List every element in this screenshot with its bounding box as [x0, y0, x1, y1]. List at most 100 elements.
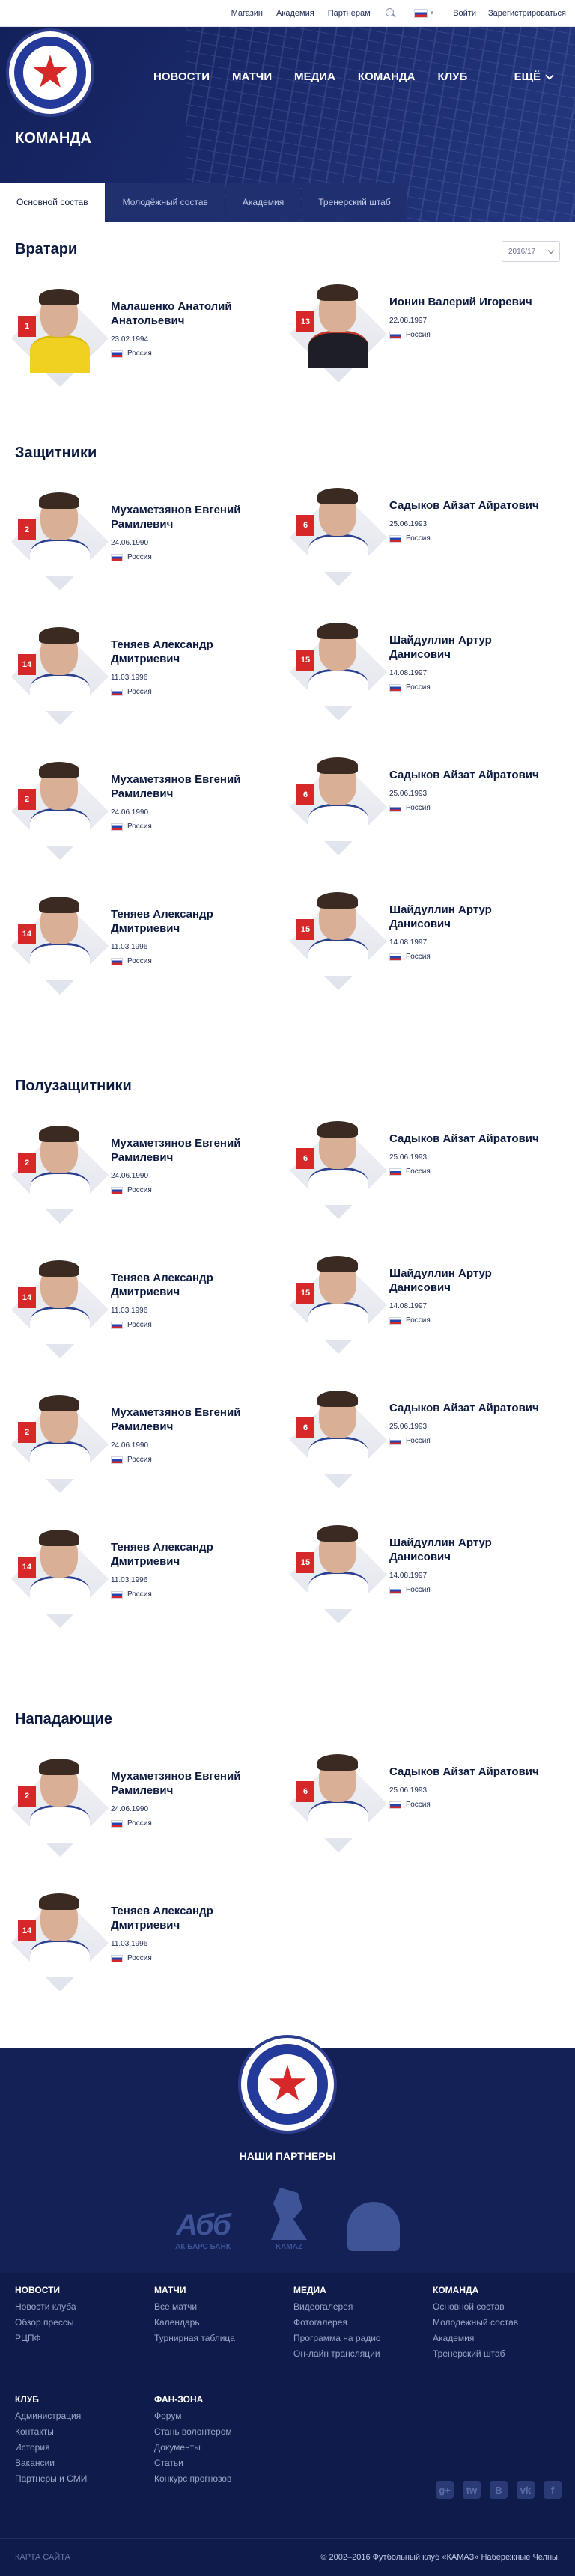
player-card[interactable]: 6 Садыков Айзат Айратович 25.06.1993 Россия: [289, 482, 548, 587]
player-name[interactable]: Мухаметзянов Евгений Рамилевич: [111, 1136, 268, 1165]
nav-item-news[interactable]: Новости: [153, 70, 210, 83]
player-card[interactable]: 13 Ионин Валерий Игоревич 22.08.1997 Россия: [289, 278, 548, 383]
player-card[interactable]: 14 Теняев Александр Дмитриевич 11.03.1996 Р…: [10, 1524, 270, 1629]
player-name[interactable]: Садыков Айзат Айратович: [389, 768, 547, 782]
nav-item-matches[interactable]: Матчи: [232, 70, 272, 83]
footer-link[interactable]: Контакты: [15, 2426, 87, 2437]
player-name[interactable]: Шайдуллин Артур Данисович: [389, 1536, 547, 1564]
footer-link[interactable]: Тренерский штаб: [433, 2348, 518, 2359]
footer-link[interactable]: Видеогалерея: [293, 2301, 381, 2312]
footer-link[interactable]: Форум: [154, 2411, 232, 2421]
footer-column-title[interactable]: Команда: [433, 2285, 518, 2295]
player-name[interactable]: Малашенко Анатолий Анатольевич: [111, 299, 268, 328]
search-icon[interactable]: [384, 7, 398, 20]
player-name[interactable]: Шайдуллин Артур Данисович: [389, 903, 547, 931]
player-card[interactable]: 15 Шайдуллин Артур Данисович 14.08.1997 Рос…: [289, 886, 548, 991]
player-card[interactable]: 6 Садыков Айзат Айратович 25.06.1993 Россия: [289, 751, 548, 856]
vk-icon[interactable]: vk: [517, 2481, 535, 2499]
behance-icon[interactable]: B: [490, 2481, 508, 2499]
player-card[interactable]: 14 Теняев Александр Дмитриевич 11.03.1996 Р…: [10, 1887, 270, 1992]
player-card[interactable]: 6 Садыков Айзат Айратович 25.06.1993 Россия: [289, 1115, 548, 1220]
footer-column-title[interactable]: Новости: [15, 2285, 76, 2295]
player-name[interactable]: Мухаметзянов Евгений Рамилевич: [111, 503, 268, 531]
footer-link[interactable]: Все матчи: [154, 2301, 235, 2312]
footer-link[interactable]: Статьи: [154, 2458, 232, 2468]
partner-kamaz[interactable]: KAMAZ: [267, 2188, 311, 2251]
season-select[interactable]: 2016/17: [502, 241, 560, 262]
player-name[interactable]: Садыков Айзат Айратович: [389, 498, 547, 513]
footer-column-title[interactable]: Матчи: [154, 2285, 235, 2295]
player-card[interactable]: 2 Мухаметзянов Евгений Рамилевич 24.06.199…: [10, 1389, 270, 1494]
player-card[interactable]: 15 Шайдуллин Артур Данисович 14.08.1997 Рос…: [289, 617, 548, 721]
footer-link[interactable]: РЦПФ: [15, 2333, 76, 2343]
player-name[interactable]: Мухаметзянов Евгений Рамилевич: [111, 772, 268, 801]
footer-link[interactable]: Фотогалерея: [293, 2317, 381, 2328]
player-name[interactable]: Шайдуллин Артур Данисович: [389, 633, 547, 662]
player-name[interactable]: Садыков Айзат Айратович: [389, 1765, 547, 1779]
club-logo[interactable]: [6, 28, 94, 117]
player-card[interactable]: 6 Садыков Айзат Айратович 25.06.1993 Россия: [289, 1385, 548, 1489]
footer-club-logo[interactable]: [238, 2035, 337, 2134]
player-card[interactable]: 6 Садыков Айзат Айратович 25.06.1993 Россия: [289, 1748, 548, 1853]
sitemap-link[interactable]: КАРТА САЙТА: [15, 2553, 70, 2562]
tab-academy[interactable]: Академия: [225, 183, 301, 222]
footer-link[interactable]: Основной состав: [433, 2301, 518, 2312]
player-name[interactable]: Теняев Александр Дмитриевич: [111, 1904, 268, 1932]
tab-coaching-staff[interactable]: Тренерский штаб: [302, 183, 407, 222]
player-name[interactable]: Садыков Айзат Айратович: [389, 1132, 547, 1146]
player-name[interactable]: Теняев Александр Дмитриевич: [111, 638, 268, 666]
partner-ak-bars-bank[interactable]: Абб АК БАРС БАНК: [175, 2210, 231, 2251]
footer-link[interactable]: Академия: [433, 2333, 518, 2343]
footer-link[interactable]: Обзор прессы: [15, 2317, 76, 2328]
player-name[interactable]: Мухаметзянов Евгений Рамилевич: [111, 1405, 268, 1434]
nav-more-button[interactable]: Ещё: [514, 70, 554, 83]
link-partners[interactable]: Партнерам: [328, 9, 371, 18]
player-name[interactable]: Теняев Александр Дмитриевич: [111, 1271, 268, 1299]
footer-link[interactable]: Партнеры и СМИ: [15, 2473, 87, 2484]
footer-link[interactable]: Календарь: [154, 2317, 235, 2328]
player-card[interactable]: 15 Шайдуллин Артур Данисович 14.08.1997 Рос…: [289, 1250, 548, 1355]
footer-link[interactable]: Администрация: [15, 2411, 87, 2421]
player-card[interactable]: 14 Теняев Александр Дмитриевич 11.03.1996 Р…: [10, 891, 270, 995]
footer-link[interactable]: Конкурс прогнозов: [154, 2473, 232, 2484]
nav-item-media[interactable]: Медиа: [294, 70, 335, 83]
footer-link[interactable]: Новости клуба: [15, 2301, 76, 2312]
register-link[interactable]: Зарегистрироваться: [488, 9, 566, 18]
footer-link[interactable]: Вакансии: [15, 2458, 87, 2468]
footer-column-title[interactable]: Медиа: [293, 2285, 381, 2295]
twitter-icon[interactable]: tw: [463, 2481, 481, 2499]
nav-item-club[interactable]: Клуб: [437, 70, 467, 83]
link-shop[interactable]: Магазин: [231, 9, 263, 18]
link-academy[interactable]: Академия: [276, 9, 314, 18]
footer-link[interactable]: История: [15, 2442, 87, 2453]
player-card[interactable]: 14 Теняев Александр Дмитриевич 11.03.1996 Р…: [10, 1254, 270, 1359]
google-plus-icon[interactable]: g+: [436, 2481, 454, 2499]
footer-column-title[interactable]: Фан-зона: [154, 2394, 232, 2405]
player-name[interactable]: Мухаметзянов Евгений Рамилевич: [111, 1769, 268, 1798]
facebook-icon[interactable]: f: [544, 2481, 562, 2499]
player-name[interactable]: Шайдуллин Артур Данисович: [389, 1266, 547, 1295]
partner-city[interactable]: [347, 2202, 400, 2251]
player-card[interactable]: 15 Шайдуллин Артур Данисович 14.08.1997 Рос…: [289, 1519, 548, 1624]
player-name[interactable]: Садыков Айзат Айратович: [389, 1401, 547, 1415]
player-name[interactable]: Теняев Александр Дмитриевич: [111, 907, 268, 936]
footer-link[interactable]: Стань волонтером: [154, 2426, 232, 2437]
player-name[interactable]: Теняев Александр Дмитриевич: [111, 1540, 268, 1569]
footer-link[interactable]: Программа на радио: [293, 2333, 381, 2343]
footer-link[interactable]: Турнирная таблица: [154, 2333, 235, 2343]
player-card[interactable]: 1 Малашенко Анатолий Анатольевич 23.02.199…: [10, 283, 270, 388]
language-selector[interactable]: ▾: [413, 8, 433, 18]
footer-link[interactable]: Документы: [154, 2442, 232, 2453]
footer-link[interactable]: Молодежный состав: [433, 2317, 518, 2328]
nav-item-team[interactable]: Команда: [358, 70, 416, 83]
player-name[interactable]: Ионин Валерий Игоревич: [389, 295, 547, 309]
player-card[interactable]: 2 Мухаметзянов Евгений Рамилевич 24.06.199…: [10, 1120, 270, 1224]
player-card[interactable]: 2 Мухаметзянов Евгений Рамилевич 24.06.199…: [10, 756, 270, 861]
tab-main-squad[interactable]: Основной состав: [0, 183, 105, 222]
footer-column-title[interactable]: Клуб: [15, 2394, 87, 2405]
tab-youth-squad[interactable]: Молодёжный состав: [106, 183, 225, 222]
player-card[interactable]: 2 Мухаметзянов Евгений Рамилевич 24.06.199…: [10, 1753, 270, 1858]
player-card[interactable]: 14 Теняев Александр Дмитриевич 11.03.1996 Р…: [10, 621, 270, 726]
footer-link[interactable]: Он-лайн трансляции: [293, 2348, 381, 2359]
player-card[interactable]: 2 Мухаметзянов Евгений Рамилевич 24.06.199…: [10, 486, 270, 591]
